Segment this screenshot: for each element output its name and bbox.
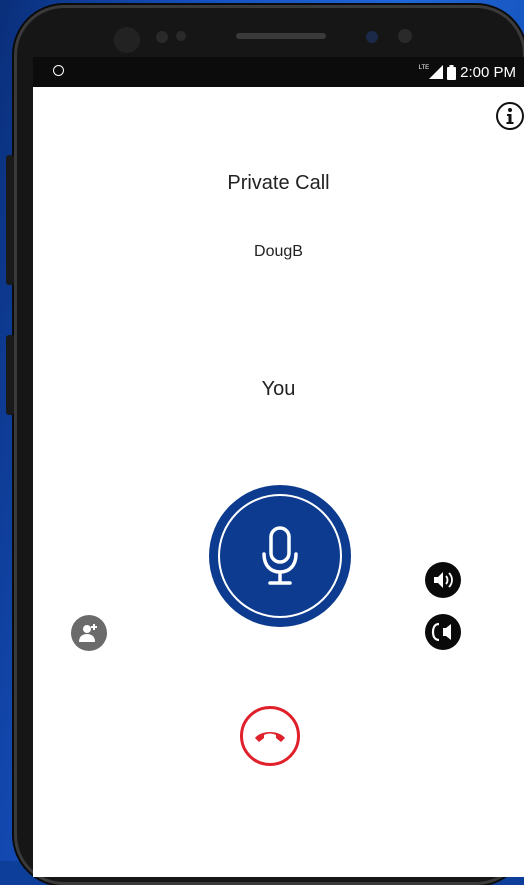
add-participant-button[interactable] bbox=[71, 615, 107, 651]
front-camera bbox=[366, 31, 378, 43]
speaker-button[interactable] bbox=[425, 562, 461, 598]
bixby-button bbox=[6, 335, 14, 415]
earpiece-grille bbox=[236, 33, 326, 39]
talker-label: You bbox=[261, 378, 296, 400]
info-icon bbox=[506, 108, 514, 124]
sensor-dot bbox=[156, 31, 168, 43]
info-button[interactable] bbox=[496, 102, 524, 130]
push-to-talk-button[interactable] bbox=[209, 485, 351, 627]
signal-icon bbox=[429, 65, 444, 79]
contact-name: DougB bbox=[254, 243, 303, 260]
earpiece-button[interactable] bbox=[425, 614, 461, 650]
battery-icon bbox=[447, 64, 457, 80]
lte-label: LTE bbox=[418, 65, 430, 71]
add-user-icon bbox=[79, 624, 97, 642]
status-right: LTE 2:00 PM bbox=[419, 61, 516, 83]
end-call-icon bbox=[255, 732, 285, 742]
camera-dot bbox=[114, 27, 140, 53]
sync-status-icon bbox=[53, 65, 64, 76]
proximity-sensor bbox=[398, 29, 412, 43]
volume-button bbox=[6, 155, 14, 285]
sensor-dot bbox=[176, 31, 186, 41]
call-type-label: Private Call bbox=[227, 172, 330, 194]
clock: 2:00 PM bbox=[460, 63, 516, 81]
end-call-button[interactable] bbox=[240, 706, 300, 766]
microphone-icon bbox=[262, 526, 298, 585]
mic-ring bbox=[218, 494, 342, 618]
speaker-icon bbox=[434, 572, 453, 588]
status-bar: LTE 2:00 PM bbox=[33, 57, 524, 87]
call-screen: LTE 2:00 PM Private Call DougB You bbox=[33, 57, 524, 877]
earpiece-icon bbox=[431, 622, 451, 642]
